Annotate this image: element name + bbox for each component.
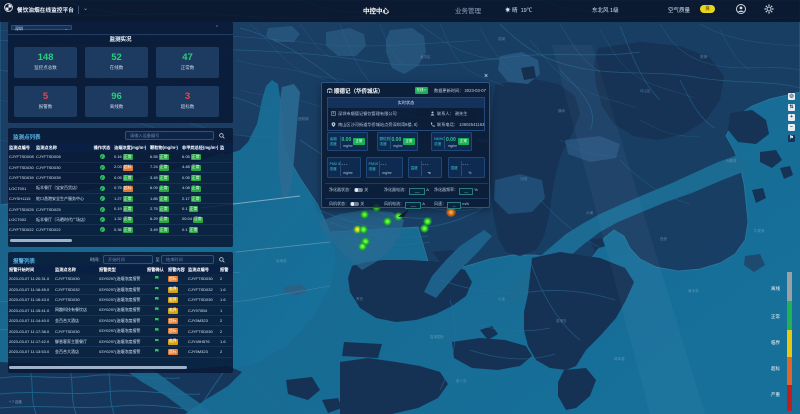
- svg-text:沙田: 沙田: [520, 176, 528, 181]
- svg-text:南丫岛: 南丫岛: [456, 378, 467, 383]
- svg-text:龙华区: 龙华区: [420, 54, 431, 59]
- svg-text:西贡: 西贡: [660, 237, 668, 241]
- svg-text:横岗: 横岗: [558, 108, 566, 113]
- svg-text:香港国际: 香港国际: [430, 334, 444, 339]
- svg-text:西丽湖: 西丽湖: [298, 116, 309, 121]
- svg-text:清水湾: 清水湾: [688, 288, 699, 293]
- svg-text:坪山区: 坪山区: [640, 88, 651, 93]
- svg-text:大埔: 大埔: [586, 210, 594, 215]
- svg-text:青衣: 青衣: [356, 296, 364, 301]
- svg-text:牛尾海: 牛尾海: [754, 228, 765, 233]
- svg-text:香港岛: 香港岛: [556, 318, 567, 323]
- svg-text:后海湾: 后海湾: [276, 258, 287, 263]
- svg-text:九龙: 九龙: [498, 296, 506, 301]
- svg-text:观澜: 观澜: [498, 36, 506, 41]
- svg-text:将军澳: 将军澳: [614, 356, 625, 361]
- svg-text:葵涌: 葵涌: [700, 54, 708, 59]
- svg-text:大鹏湾: 大鹏湾: [726, 158, 737, 163]
